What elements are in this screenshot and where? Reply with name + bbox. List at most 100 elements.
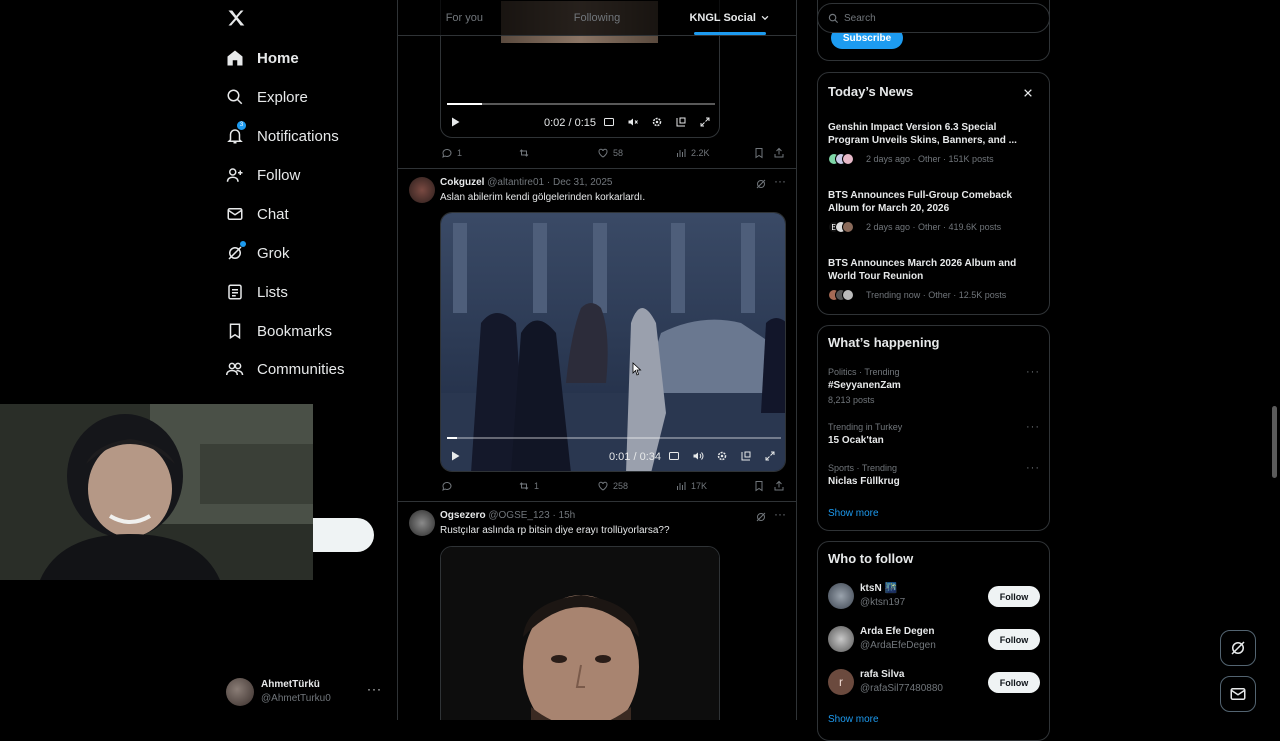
tab-kngl-social[interactable]: KNGL Social (663, 0, 796, 35)
page-scrollbar[interactable] (1272, 406, 1277, 478)
repost-button[interactable]: 1 (518, 480, 539, 492)
pip-icon[interactable] (740, 450, 752, 462)
nav-chat[interactable]: Chat (216, 196, 289, 232)
tweet-date[interactable]: · 15h (552, 510, 575, 521)
follow-button[interactable]: Follow (988, 672, 1040, 693)
views-icon (677, 482, 686, 490)
volume-icon[interactable] (692, 450, 704, 462)
more-icon[interactable]: ··· (367, 682, 382, 696)
fullscreen-icon[interactable] (699, 116, 711, 128)
reply-button[interactable]: 1 (441, 147, 462, 159)
post-button[interactable] (312, 518, 374, 552)
trend-name[interactable]: 15 Ocak'tan (828, 435, 884, 446)
nav-lists[interactable]: Lists (216, 274, 288, 310)
tweet-author-handle[interactable]: @altantire01 (487, 177, 544, 188)
follow-button[interactable]: Follow (988, 629, 1040, 650)
tweet-author-handle[interactable]: @OGSE_123 (488, 510, 549, 521)
avatar[interactable] (409, 510, 435, 536)
nav-grok[interactable]: Grok (216, 235, 290, 271)
nav-communities[interactable]: Communities (216, 351, 345, 387)
avatar[interactable] (409, 177, 435, 203)
profile-handle: @AhmetTurku0 (261, 693, 331, 704)
news-panel: Today’s News Genshin Impact Version 6.3 … (817, 72, 1050, 315)
follow-button[interactable]: Follow (988, 586, 1040, 607)
video-player[interactable] (440, 546, 720, 720)
tweet-text: Aslan abilerim kendi gölgelerinden korka… (440, 192, 646, 203)
x-logo-icon[interactable] (226, 8, 248, 30)
follow-suggestion[interactable]: r rafa Silva @rafaSil77480880 Follow (828, 668, 1040, 698)
suggestion-handle: @ArdaEfeDegen (860, 640, 936, 651)
nav-label: Notifications (257, 127, 339, 145)
like-button[interactable]: 258 (597, 480, 628, 492)
nav-label: Follow (257, 166, 301, 184)
who-to-follow-panel: Who to follow ktsN 🌃 @ktsn197 Follow Ard… (817, 541, 1050, 741)
nav-follow[interactable]: Follow (216, 157, 300, 193)
tweet-author-name[interactable]: Ogsezero (440, 510, 486, 521)
tweet-header: Cokguzel @altantire01 · Dec 31, 2025 (440, 177, 612, 188)
trend-name[interactable]: Niclas Füllkrug (828, 476, 900, 487)
more-icon[interactable]: ··· (1026, 462, 1040, 474)
search-icon (216, 88, 254, 106)
close-icon[interactable] (1023, 85, 1033, 103)
video-progress-bar[interactable] (447, 437, 781, 439)
tab-following[interactable]: Following (531, 0, 664, 35)
like-button[interactable]: 58 (597, 147, 623, 159)
follow-suggestion[interactable]: Arda Efe Degen @ArdaEfeDegen Follow (828, 625, 1040, 655)
video-player[interactable]: 0:01 / 0:34 (440, 212, 786, 472)
fullscreen-icon[interactable] (764, 450, 776, 462)
divider (398, 501, 796, 502)
bookmark-icon[interactable] (753, 480, 765, 492)
grok-button[interactable] (1220, 630, 1256, 666)
follow-suggestion[interactable]: ktsN 🌃 @ktsn197 Follow (828, 582, 1040, 612)
search-input[interactable] (844, 12, 1034, 24)
grok-icon[interactable] (755, 510, 767, 528)
more-icon[interactable]: ··· (774, 174, 786, 188)
tweet-text: Rustçılar aslında rp bitsin diye erayı t… (440, 525, 670, 536)
suggestion-name: Arda Efe Degen (860, 626, 935, 637)
reply-button[interactable] (441, 480, 457, 492)
bookmark-icon[interactable] (753, 147, 765, 159)
settings-icon[interactable] (716, 450, 728, 462)
nav-bookmarks[interactable]: Bookmarks (216, 313, 332, 349)
nav-notifications[interactable]: 3 Notifications (216, 118, 339, 154)
suggestion-handle: @ktsn197 (860, 597, 906, 608)
repost-icon (519, 482, 529, 490)
trend-name[interactable]: #SeyyanenZam (828, 380, 901, 391)
grok-icon[interactable] (755, 177, 767, 195)
suggestion-name: ktsN 🌃 (860, 583, 897, 594)
captions-icon[interactable] (668, 450, 680, 462)
nav-home[interactable]: Home (216, 40, 299, 76)
play-icon[interactable] (449, 450, 461, 462)
tweet-date[interactable]: · Dec 31, 2025 (547, 177, 613, 188)
more-icon[interactable]: ··· (774, 507, 786, 521)
account-switcher[interactable]: AhmetTürkü @AhmetTurku0 ··· (226, 672, 386, 712)
nav-explore[interactable]: Explore (216, 79, 308, 115)
show-more-link[interactable]: Show more (828, 508, 879, 519)
share-icon[interactable] (773, 480, 785, 492)
tweet-author-name[interactable]: Cokguzel (440, 177, 484, 188)
search-bar[interactable] (817, 3, 1050, 33)
video-progress-fill (447, 103, 482, 105)
news-item-title[interactable]: BTS Announces March 2026 Album and World… (828, 257, 1028, 283)
nav-label: Communities (257, 360, 345, 378)
messages-button[interactable] (1220, 676, 1256, 712)
share-icon[interactable] (773, 147, 785, 159)
more-icon[interactable]: ··· (1026, 421, 1040, 433)
repost-button[interactable] (518, 147, 534, 159)
news-item-title[interactable]: BTS Announces Full-Group Comeback Album … (828, 189, 1028, 215)
news-item-title[interactable]: Genshin Impact Version 6.3 Special Progr… (828, 121, 1028, 147)
timeline: For you Following KNGL Social 0:02 / 0:1… (397, 0, 797, 720)
mute-icon[interactable] (627, 116, 639, 128)
tab-for-you[interactable]: For you (398, 0, 531, 35)
play-icon[interactable] (449, 116, 461, 128)
pip-icon[interactable] (675, 116, 687, 128)
person-plus-icon (216, 166, 254, 184)
left-nav: Home Explore 3 Notifications Follow Chat… (216, 0, 396, 720)
video-progress-bar[interactable] (447, 103, 715, 105)
settings-icon[interactable] (651, 116, 663, 128)
captions-icon[interactable] (603, 116, 615, 128)
more-icon[interactable]: ··· (1026, 366, 1040, 378)
views-button[interactable]: 2.2K (675, 147, 710, 159)
profile-name: AhmetTürkü (261, 679, 320, 690)
views-button[interactable]: 17K (675, 480, 707, 492)
